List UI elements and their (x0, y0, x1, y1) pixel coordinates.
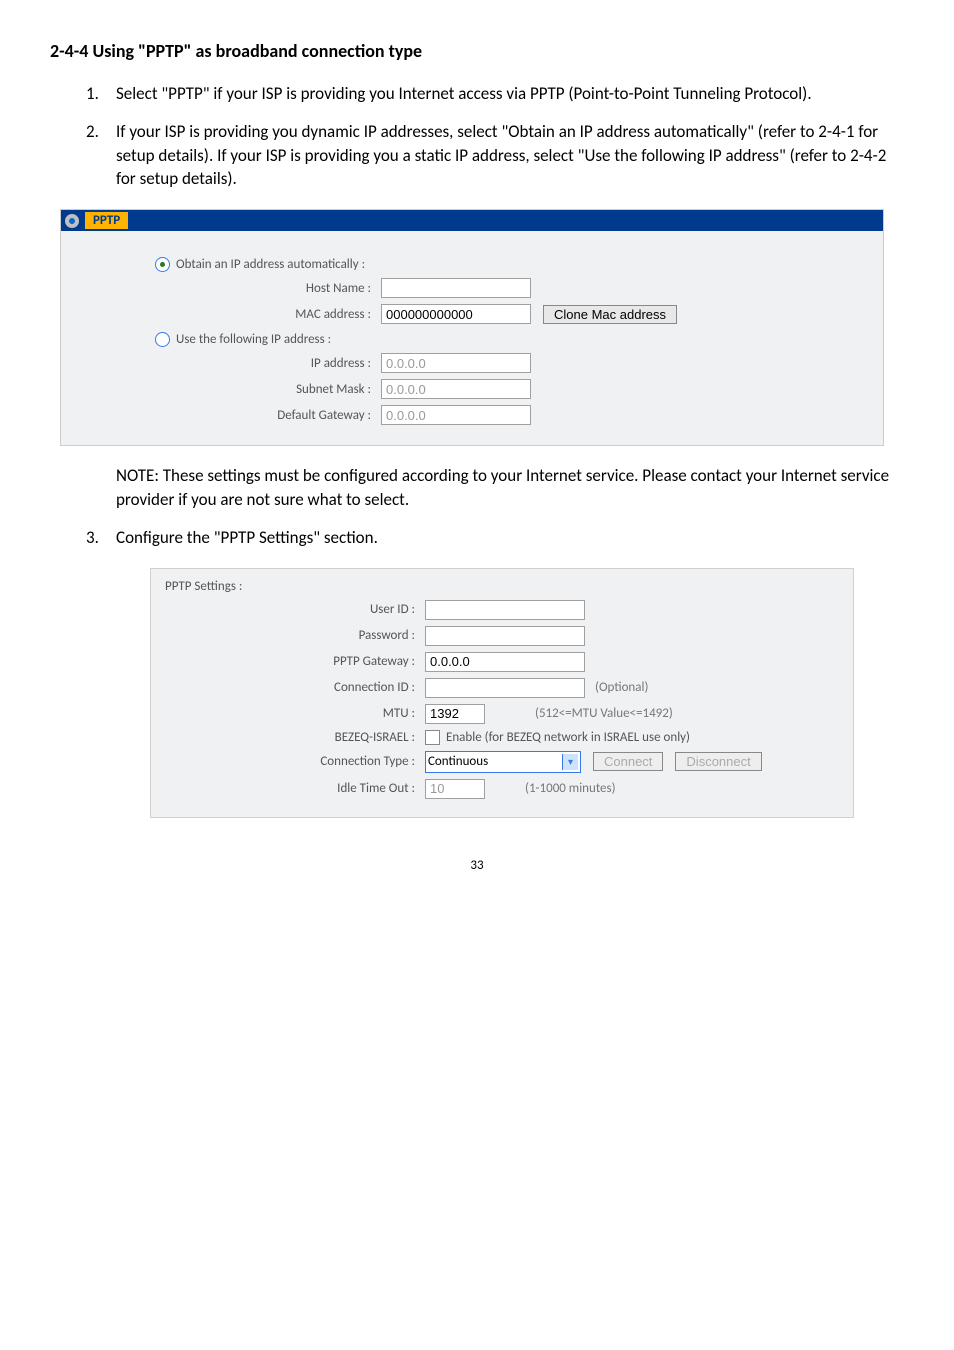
connect-button: Connect (593, 752, 663, 771)
list-item-3: 3. Configure the "PPTP Settings" section… (86, 526, 904, 550)
bezeq-checkbox[interactable] (425, 730, 440, 745)
section-heading: 2-4-4 Using "PPTP" as broadband connecti… (50, 40, 904, 62)
radio-use-following[interactable]: Use the following IP address : (155, 332, 863, 347)
connid-input[interactable] (425, 678, 585, 698)
conntype-label: Connection Type : (165, 754, 425, 769)
idle-label: Idle Time Out : (165, 781, 425, 796)
host-name-input[interactable] (381, 278, 531, 298)
idle-note: (1-1000 minutes) (525, 781, 616, 796)
radio-label: Obtain an IP address automatically : (176, 257, 365, 272)
connid-note: (Optional) (595, 680, 648, 695)
password-input[interactable] (425, 626, 585, 646)
conntype-row: Connection Type : Continuous ▾ Connect D… (165, 751, 839, 773)
mac-input[interactable] (381, 304, 531, 324)
pptp-gateway-input[interactable] (425, 652, 585, 672)
mtu-label: MTU : (165, 706, 425, 721)
userid-input[interactable] (425, 600, 585, 620)
list-text: If your ISP is providing you dynamic IP … (116, 120, 904, 191)
list-text: Configure the "PPTP Settings" section. (116, 526, 378, 550)
mtu-input[interactable] (425, 704, 485, 724)
connid-label: Connection ID : (165, 680, 425, 695)
numbered-list-cont: 3. Configure the "PPTP Settings" section… (50, 526, 904, 550)
disconnect-button: Disconnect (675, 752, 761, 771)
radio-icon[interactable] (155, 332, 170, 347)
panel-header: PPTP (61, 210, 883, 231)
bezeq-text: Enable (for BEZEQ network in ISRAEL use … (446, 730, 690, 745)
ip-label: IP address : (81, 356, 381, 371)
host-name-row: Host Name : (81, 278, 863, 298)
radio-obtain-auto[interactable]: Obtain an IP address automatically : (155, 257, 863, 272)
page-number: 33 (50, 858, 904, 873)
list-item-1: 1. Select "PPTP" if your ISP is providin… (86, 82, 904, 106)
connid-row: Connection ID : (Optional) (165, 678, 839, 698)
pptp-settings-panel: PPTP Settings : User ID : Password : PPT… (150, 568, 854, 818)
mac-address-row: MAC address : Clone Mac address (81, 304, 863, 324)
userid-row: User ID : (165, 600, 839, 620)
list-text: Select "PPTP" if your ISP is providing y… (116, 82, 812, 106)
radio-icon[interactable] (155, 257, 170, 272)
list-number: 3. (86, 526, 116, 550)
idle-input (425, 779, 485, 799)
gateway-label: Default Gateway : (81, 408, 381, 423)
list-number: 1. (86, 82, 116, 106)
host-name-label: Host Name : (81, 281, 381, 296)
note-block: NOTE: These settings must be configured … (50, 464, 904, 512)
chevron-down-icon: ▾ (562, 754, 578, 770)
pptp-panel: PPTP Obtain an IP address automatically … (60, 209, 884, 446)
ip-input (381, 353, 531, 373)
password-label: Password : (165, 628, 425, 643)
gateway-input (381, 405, 531, 425)
mac-label: MAC address : (81, 307, 381, 322)
gateway-row: Default Gateway : (81, 405, 863, 425)
password-row: Password : (165, 626, 839, 646)
mtu-note: (512<=MTU Value<=1492) (535, 706, 673, 721)
pptp-settings-title: PPTP Settings : (165, 579, 839, 594)
bullet-icon (65, 214, 79, 228)
panel-body: Obtain an IP address automatically : Hos… (61, 231, 883, 445)
pptp-gateway-label: PPTP Gateway : (165, 654, 425, 669)
clone-mac-button[interactable]: Clone Mac address (543, 305, 677, 324)
conntype-value: Continuous (428, 754, 488, 769)
list-item-2: 2. If your ISP is providing you dynamic … (86, 120, 904, 191)
userid-label: User ID : (165, 602, 425, 617)
ip-address-row: IP address : (81, 353, 863, 373)
bezeq-row: BEZEQ-ISRAEL : Enable (for BEZEQ network… (165, 730, 839, 745)
pptp-gateway-row: PPTP Gateway : (165, 652, 839, 672)
subnet-input (381, 379, 531, 399)
mtu-row: MTU : (512<=MTU Value<=1492) (165, 704, 839, 724)
bezeq-label: BEZEQ-ISRAEL : (165, 730, 425, 745)
radio-label: Use the following IP address : (176, 332, 331, 347)
idle-row: Idle Time Out : (1-1000 minutes) (165, 779, 839, 799)
conntype-select[interactable]: Continuous ▾ (425, 751, 581, 773)
note-text: NOTE: These settings must be configured … (116, 464, 904, 512)
subnet-label: Subnet Mask : (81, 382, 381, 397)
subnet-row: Subnet Mask : (81, 379, 863, 399)
numbered-list: 1. Select "PPTP" if your ISP is providin… (50, 82, 904, 191)
panel-title: PPTP (85, 212, 128, 229)
list-number: 2. (86, 120, 116, 191)
